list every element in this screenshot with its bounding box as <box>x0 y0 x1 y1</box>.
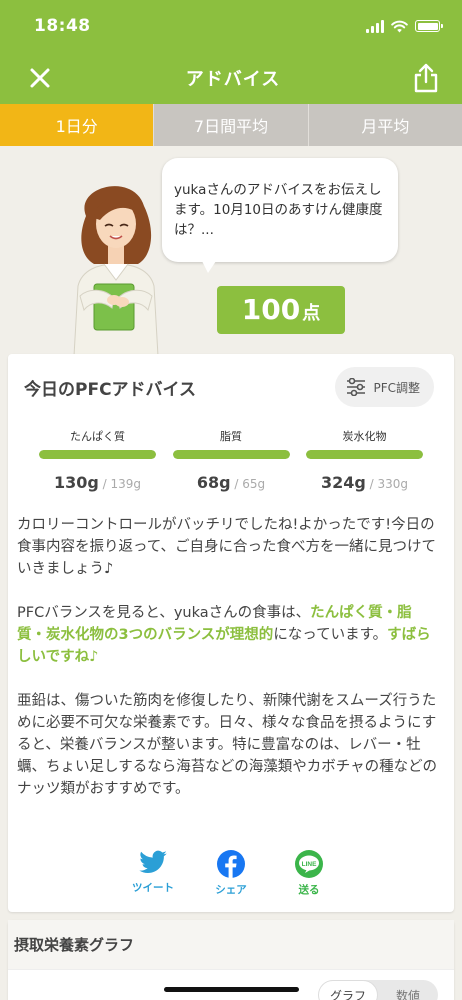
close-button[interactable] <box>24 62 56 94</box>
advisor-message: yukaさんのアドバイスをお伝えします。10月10日のあすけん健康度は？... <box>174 182 383 238</box>
advisor-section: yukaさんのアドバイスをお伝えします。10月10日のあすけん健康度は？... … <box>0 146 462 356</box>
pfc-bar-track <box>172 450 290 459</box>
close-icon <box>30 68 50 88</box>
nav-bar: アドバイス <box>0 52 462 104</box>
period-tabs: 1日分 7日間平均 月平均 <box>0 104 462 146</box>
tab-1day[interactable]: 1日分 <box>0 104 154 146</box>
advice-text: カロリーコントロールがバッチリでしたね!よかったです!今日の食事内容を振り返って… <box>8 514 454 800</box>
pfc-target: / 65g <box>230 477 266 491</box>
home-indicator[interactable] <box>164 987 299 992</box>
pfc-bar-carbs: 炭水化物 324g / 330g <box>306 428 423 492</box>
health-score-unit: 点 <box>302 303 321 324</box>
sliders-icon <box>347 378 366 396</box>
status-icons <box>366 19 443 33</box>
pfc-bar-label: たんぱく質 <box>70 430 125 443</box>
pfc-target: / 139g <box>98 477 142 491</box>
health-score: 100 <box>241 293 301 326</box>
share-icon <box>414 63 438 93</box>
graph-card-title: 摂取栄養素グラフ <box>14 936 135 954</box>
share-row: ツイート シェア LINE 送る <box>8 850 454 897</box>
pfc-adjust-button[interactable]: PFC調整 <box>335 367 434 407</box>
graph-view-toggle: グラフ 数値 <box>318 980 438 1000</box>
tweet-button[interactable]: ツイート <box>130 850 176 897</box>
advisor-avatar <box>73 186 159 356</box>
toggle-graph[interactable]: グラフ <box>318 980 378 1000</box>
pfc-bar-track <box>306 450 423 459</box>
pfc-value: 324g <box>320 473 366 492</box>
pfc-bar-fill <box>306 450 423 459</box>
pfc-bar-label: 脂質 <box>220 430 242 443</box>
toggle-numbers[interactable]: 数値 <box>378 980 438 1000</box>
advice-paragraph: カロリーコントロールがバッチリでしたね!よかったです!今日の食事内容を振り返って… <box>17 517 437 577</box>
pfc-bar-values: 68g / 65g <box>173 473 290 492</box>
bubble-tail <box>202 261 216 273</box>
tab-7day-average[interactable]: 7日間平均 <box>153 104 308 146</box>
pfc-value: 130g <box>53 473 99 492</box>
pfc-bars: たんぱく質 130g / 139g 脂質 68g / 65g 炭水化物 324g… <box>8 428 454 492</box>
facebook-icon <box>217 850 245 878</box>
pfc-bar-fat: 脂質 68g / 65g <box>172 428 290 492</box>
status-bar: 18:48 <box>0 0 462 52</box>
share-button[interactable] <box>410 62 442 94</box>
line-icon: LINE <box>295 850 323 878</box>
pfc-value: 68g <box>196 473 231 492</box>
line-send-button[interactable]: LINE 送る <box>286 850 332 897</box>
pfc-bar-label: 炭水化物 <box>342 430 387 443</box>
advice-speech-bubble[interactable]: yukaさんのアドバイスをお伝えします。10月10日のあすけん健康度は？... <box>162 158 398 273</box>
advice-text-part: になっています。 <box>273 627 388 643</box>
battery-icon <box>415 20 443 32</box>
pfc-bar-fill <box>172 450 290 459</box>
tab-monthly-average[interactable]: 月平均 <box>307 104 462 146</box>
pfc-bar-values: 324g / 330g <box>306 473 423 492</box>
health-score-badge: 100 点 <box>217 286 345 334</box>
facebook-share-button[interactable]: シェア <box>208 850 254 897</box>
pfc-card-title: 今日のPFCアドバイス <box>24 379 197 400</box>
wifi-icon <box>391 20 408 32</box>
pfc-target: / 330g <box>365 477 409 491</box>
pfc-bar-track <box>39 450 156 459</box>
pfc-advice-card: 今日のPFCアドバイス PFC調整 たんぱく質 130g / 139g 脂質 6… <box>8 354 454 912</box>
twitter-icon <box>139 850 167 874</box>
line-send-label: 送る <box>298 884 320 896</box>
pfc-card-header: 今日のPFCアドバイス PFC調整 <box>8 354 454 420</box>
svg-text:LINE: LINE <box>302 861 317 868</box>
signal-icon <box>366 19 384 33</box>
facebook-share-label: シェア <box>215 884 247 896</box>
graph-card-header: 摂取栄養素グラフ <box>8 920 454 970</box>
advice-paragraph: 亜鉛は、傷ついた筋肉を修復したり、新陳代謝をスムーズ行うために必要不可欠な栄養素… <box>17 693 438 797</box>
advice-paragraph: PFCバランスを見ると、yukaさんの食事は、たんぱく質・脂質・炭水化物の3つの… <box>17 602 440 668</box>
pfc-bar-protein: たんぱく質 130g / 139g <box>39 428 156 492</box>
page-title: アドバイス <box>185 69 281 90</box>
status-time: 18:48 <box>34 16 91 36</box>
pfc-adjust-label: PFC調整 <box>373 380 420 395</box>
advice-text-part: PFCバランスを見ると、yukaさんの食事は、 <box>17 605 311 621</box>
tweet-label: ツイート <box>132 882 174 894</box>
pfc-bar-fill <box>39 450 156 459</box>
pfc-bar-values: 130g / 139g <box>39 473 156 492</box>
